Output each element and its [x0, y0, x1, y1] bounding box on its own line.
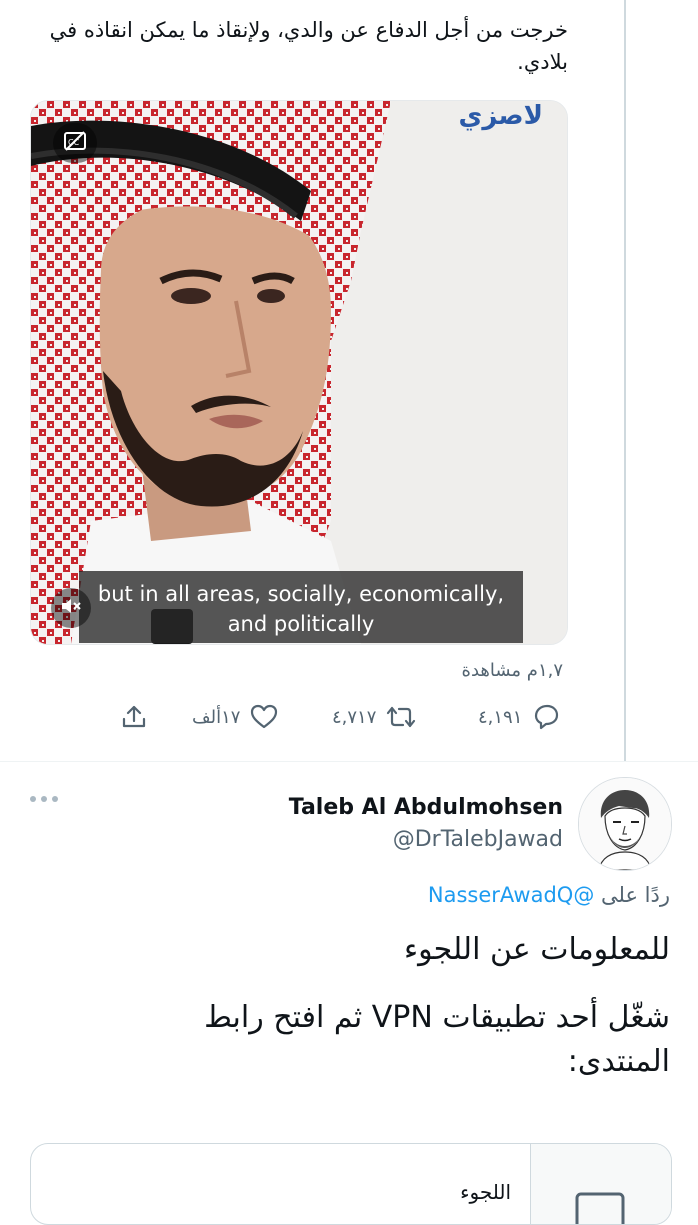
more-options-button[interactable] [30, 796, 58, 802]
share-icon [120, 704, 148, 730]
like-count: ١٧ألف [192, 706, 241, 728]
replying-prefix: ردًا على [601, 883, 670, 907]
like-button[interactable]: ١٧ألف [192, 697, 278, 737]
mute-button[interactable] [51, 588, 91, 628]
tweet-divider [0, 761, 698, 762]
reply-icon [532, 704, 560, 730]
closed-captions-button[interactable]: CC [53, 123, 97, 163]
replying-to: ردًا على @NasserAwadQ [428, 883, 670, 907]
view-count: ١,٧م مشاهدة [461, 660, 563, 681]
more-icon [30, 796, 36, 802]
author-name[interactable]: Taleb Al Abdulmohsen [289, 795, 563, 820]
caption-line-2: and politically [227, 612, 375, 636]
caption-line-1: but in all areas, socially, economically… [97, 582, 505, 606]
mute-icon [60, 596, 82, 620]
link-card-thumbnail [530, 1144, 671, 1224]
video-frame-image [31, 101, 567, 644]
share-button[interactable] [120, 697, 148, 737]
thread-connector-line [624, 0, 626, 762]
link-card-title: اللجوء [460, 1180, 511, 1204]
mention-link[interactable]: @NasserAwadQ [428, 883, 594, 907]
closed-captions-off-icon: CC [64, 131, 86, 155]
reply-text-line-1: للمعلومات عن اللجوء [404, 932, 670, 967]
retweet-icon [386, 704, 416, 730]
link-card[interactable]: اللجوء [30, 1143, 672, 1225]
document-icon [575, 1192, 625, 1224]
reply-button[interactable]: ٤,١٩١ [478, 697, 560, 737]
like-icon [250, 704, 278, 730]
video-player[interactable]: لاصزي CC but in all areas, socially, eco… [30, 100, 568, 645]
author-handle[interactable]: @DrTalebJawad [393, 827, 563, 852]
channel-logo: لاصزي [458, 101, 545, 131]
tweet-action-bar: ٤,١٩١ ٤,٧١٧ ١٧ألف [0, 697, 698, 737]
reply-text-line-2: شغّل أحد تطبيقات VPN ثم افتح رابط المنتد… [204, 1000, 670, 1079]
reply-count: ٤,١٩١ [478, 706, 523, 728]
avatar[interactable] [578, 777, 672, 871]
tweet-text: خرجت من أجل الدفاع عن والدي، ولإنقاذ ما … [49, 18, 568, 74]
retweet-button[interactable]: ٤,٧١٧ [332, 697, 416, 737]
video-caption: but in all areas, socially, economically… [79, 571, 523, 643]
retweet-count: ٤,٧١٧ [332, 706, 377, 728]
